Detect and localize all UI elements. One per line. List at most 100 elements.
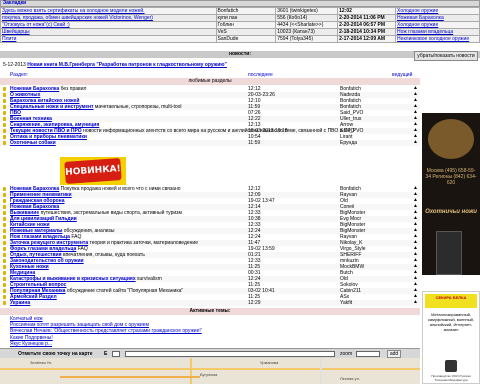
news-item: 5-12-2013 Новая книга М.В.Гринберга "Раз… [3, 62, 227, 68]
axe-ad-footer: Производство ООО Русская Топорная Мануфа… [431, 374, 471, 382]
bookmark-count: 10023 (Катан73) [275, 28, 339, 36]
map-view[interactable]: Зелёная Ул. Бугульма Урманова Лесная ул. [0, 358, 420, 384]
bookmarks-header[interactable]: Закладки [0, 0, 480, 7]
section-title: Охотничьи собаки [10, 140, 56, 146]
toggle-news-button[interactable]: убрать/показать новости [414, 51, 478, 61]
bulb-icon [3, 105, 6, 109]
bookmark-time: 2-20-2014 06:57 PM [337, 21, 397, 29]
bookmark-row[interactable]: Швейцарцы VeS 10023 (Катан73) 2-18-2014 10:… [0, 28, 480, 36]
bulb-icon [3, 217, 6, 221]
bookmark-user: Bonfatich [215, 7, 277, 15]
map-letter: E [104, 351, 108, 357]
bulb-icon [3, 205, 6, 209]
bookmark-row[interactable]: Здесь можно взять сертификаты на холодно… [0, 7, 480, 15]
bulb-icon [3, 253, 6, 257]
bulb-icon [3, 141, 6, 145]
bulb-icon [3, 229, 6, 233]
bulb-icon [3, 211, 6, 215]
bulb-icon [3, 117, 6, 121]
knife-shop-ad[interactable]: Москва (495) 658-59-34 Регионы (842) 634… [422, 113, 480, 275]
bulb-icon [3, 93, 6, 97]
bookmark-count: 4434 (<<Sharlate>>) [275, 21, 339, 29]
bulb-icon [3, 129, 6, 133]
bulb-icon [3, 283, 6, 287]
add-point-button[interactable]: add [387, 350, 401, 358]
map-road [0, 368, 420, 370]
map-city-label: Бугульма [200, 372, 218, 377]
map-road [190, 358, 192, 384]
bookmark-user: SanDude [215, 35, 277, 43]
expand-arrow-icon[interactable]: ▲ [413, 300, 418, 305]
novinka-label: НОВИНКА! [64, 158, 122, 184]
bookmark-time: 2-18-2014 10:34 PM [337, 28, 397, 36]
zoom-input[interactable] [356, 351, 380, 357]
map-road [320, 358, 322, 384]
bookmark-row[interactable]: покупка, продажа, обмен швейцарских ноже… [0, 14, 480, 22]
bulb-icon [3, 265, 6, 269]
axe-ad-text: Металлизированный, камуфляжный, военный,… [428, 312, 474, 332]
bulb-icon [3, 295, 6, 299]
active-topic-link[interactable]: Якус Кузнецов р... [10, 341, 202, 347]
bookmark-title[interactable]: Швейцарцы [0, 28, 217, 36]
section-link[interactable]: Охотничьи собаки [10, 140, 56, 146]
bookmark-title[interactable]: Здесь можно взять сертификаты на холодно… [0, 7, 217, 15]
section-row[interactable]: Украина 12:29 Yakfit ▲ [0, 300, 420, 306]
bulb-icon [3, 241, 6, 245]
map-street-label: Зелёная Ул. [30, 360, 53, 365]
map-label: Отметьте свою точку на карте [18, 351, 93, 357]
bookmark-row[interactable]: Плити SanDude 7594 (Tolya345) 2-17-2014 12:… [0, 35, 480, 43]
section-last-user[interactable]: Yakfit [340, 300, 400, 306]
bookmark-time: 2-20-2014 11:06 PM [337, 14, 397, 22]
zoom-label: zoom [340, 351, 353, 357]
bulb-icon [3, 193, 6, 197]
bookmark-user: Гоблин [215, 21, 277, 29]
shop-brand: Охотничьи ножи [425, 209, 477, 215]
bookmark-count: 7594 (Tolya345) [275, 35, 339, 43]
bulb-icon [3, 87, 6, 91]
bookmark-user: купи пан [215, 14, 277, 22]
bulb-icon [3, 301, 6, 305]
section-link[interactable]: Украина [10, 300, 30, 306]
favorites-title: любимые разделы [0, 78, 420, 85]
bulb-icon [3, 247, 6, 251]
bulb-icon [3, 271, 6, 275]
bookmark-forum[interactable]: Нож глазами владельца [395, 28, 480, 36]
map-address-input[interactable] [125, 351, 335, 357]
section-last-user[interactable]: Ерунда [340, 140, 400, 146]
map-coord-input[interactable] [112, 351, 120, 357]
map-search-bar: Отметьте свою точку на карте E zoom add [0, 348, 420, 358]
section-last-time: 12:29 [248, 300, 261, 306]
map-street-label: Урманова [260, 360, 279, 365]
bookmark-forum[interactable]: Холодное оружие [395, 21, 480, 29]
bookmark-count: 556 (Кобо14) [275, 14, 339, 22]
ad-banner[interactable]: НОВИНКА! [0, 157, 420, 185]
section-last-time: 11:59 [248, 140, 261, 146]
bookmark-user: VeS [215, 28, 277, 36]
bookmarks-table: Здесь можно взять сертификаты на холодно… [0, 7, 480, 43]
active-topic-link[interactable]: Вячеслав Нечаев: 'Общественность предста… [10, 328, 202, 334]
bookmark-forum[interactable]: Холодное оружие [395, 7, 480, 15]
section-row[interactable]: Охотничьи собаки 11:59 Ерунда ▲ [0, 140, 420, 146]
bookmark-forum[interactable]: Ножевая Барахолка [395, 14, 480, 22]
bookmark-title[interactable]: покупка, продажа, обмен швейцарских ноже… [0, 14, 217, 22]
bulb-icon [3, 223, 6, 227]
bulb-icon [3, 99, 6, 103]
bookmark-forum[interactable]: Неклинковое холодное оружие [395, 35, 480, 43]
bulb-icon [3, 111, 6, 115]
news-link[interactable]: Новая книга М.В.Гринберга "Разработка па… [27, 62, 227, 68]
knife-image [436, 231, 462, 275]
expand-arrow-icon[interactable]: ▲ [413, 140, 418, 145]
shop-phones: Москва (495) 658-59-34 Регионы (842) 634… [425, 168, 477, 186]
bookmarks-panel: Закладки Здесь можно взять сертификаты н… [0, 0, 480, 43]
active-topics-header: Активные темы: [0, 308, 420, 315]
bulb-icon [3, 259, 6, 263]
bulb-icon [3, 187, 6, 191]
sections-list: Ножевая Барахолка Покупка продажа ножей … [0, 186, 420, 306]
bookmark-row[interactable]: "Отзовусь от ножа"(с) Свай :) Гоблин 4434 … [0, 21, 480, 29]
axe-shop-ad[interactable]: СЕКИРА БЕЛКА Металлизированный, камуфляж… [422, 291, 480, 384]
bookmark-time: 12:02 [337, 7, 397, 15]
bulb-icon [3, 277, 6, 281]
bookmark-title[interactable]: "Отзовусь от ножа"(с) Свай :) [0, 21, 217, 29]
novinka-ad[interactable]: НОВИНКА! [60, 157, 126, 185]
bookmark-title[interactable]: Плити [0, 35, 217, 43]
